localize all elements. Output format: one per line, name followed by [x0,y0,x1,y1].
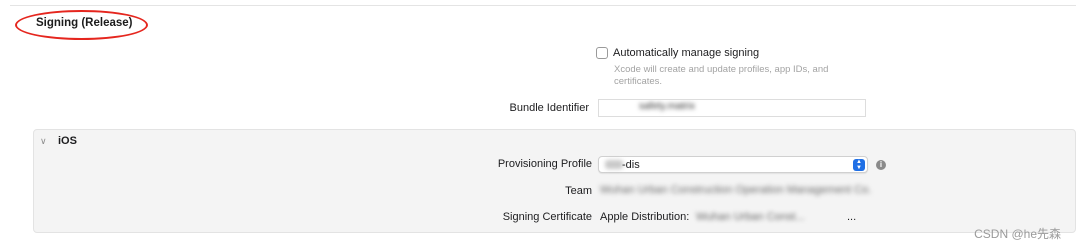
signing-certificate-label: Signing Certificate [502,211,592,223]
auto-signing-label[interactable]: Automatically manage signing [613,47,759,59]
provisioning-profile-select[interactable]: -dis ▲ ▼ [598,156,868,173]
platform-label: iOS [58,135,77,147]
stepper-icon[interactable]: ▲ ▼ [853,159,865,171]
auto-signing-checkbox[interactable] [596,47,608,59]
team-label: Team [565,185,592,197]
watermark: CSDN @he先森 [974,227,1061,241]
bundle-identifier-value: safety.matrix [639,101,695,112]
info-icon[interactable]: i [876,160,886,170]
top-divider [10,5,1076,6]
auto-signing-help: Xcode will create and update profiles, a… [614,64,829,87]
chevron-down-icon[interactable]: ∨ [40,136,47,147]
auto-signing-row[interactable]: Automatically manage signing [596,47,759,59]
team-value: Wuhan Urban Construction Operation Manag… [600,184,872,196]
signing-certificate-redacted: Wuhan Urban Const... [696,211,805,223]
signing-certificate-prefix: Apple Distribution: [600,211,690,223]
provisioning-profile-label: Provisioning Profile [497,158,592,170]
signing-certificate-ellipsis: ... [847,211,857,223]
provisioning-profile-value: -dis [622,159,640,171]
bundle-identifier-label: Bundle Identifier [509,102,590,114]
annotation-ellipse [15,10,148,40]
bundle-identifier-field[interactable]: safety.matrix [598,99,866,117]
redacted-text [605,160,623,169]
